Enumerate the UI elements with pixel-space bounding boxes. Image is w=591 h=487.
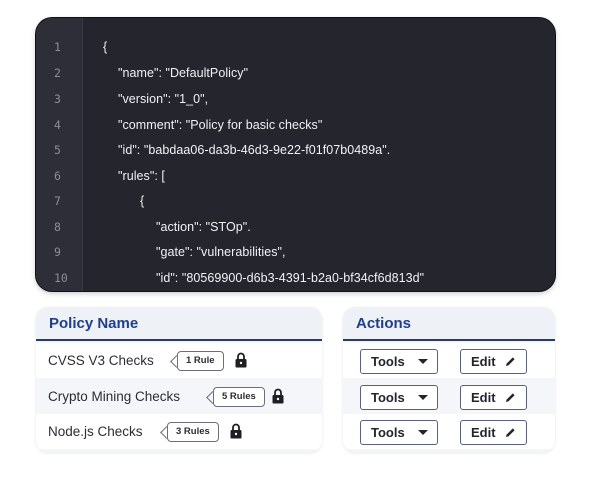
code-line: 2 "name": "DefaultPolicy" [36, 61, 555, 86]
code-line: 9 "gate": "vulnerabilities", [36, 240, 555, 265]
policy-row[interactable]: Crypto Mining Checks 5 Rules [36, 379, 322, 414]
code-text: "gate": "vulnerabilities", [156, 245, 286, 259]
line-number: 4 [54, 118, 61, 132]
edit-label: Edit [471, 390, 496, 405]
policy-name[interactable]: Crypto Mining Checks [48, 379, 180, 414]
code-text: "action": "STOp". [156, 220, 251, 234]
code-text: "rules": [ [118, 169, 165, 183]
code-line: 5 "id": "babdaa06-da3b-46d3-9e22-f01f07b… [36, 138, 555, 163]
code-text: "id": "babdaa06-da3b-46d3-9e22-f01f07b04… [118, 143, 391, 157]
tools-dropdown-button[interactable]: Tools [360, 349, 438, 374]
actions-row: Tools Edit [343, 379, 555, 414]
tools-label: Tools [371, 425, 405, 440]
edit-button[interactable]: Edit [460, 349, 527, 374]
lock-icon [235, 352, 247, 368]
line-number: 1 [54, 40, 61, 54]
policy-name-table: Policy Name CVSS V3 Checks 1 Rule Crypto… [36, 307, 322, 452]
rules-count-badge: 3 Rules [167, 422, 219, 442]
code-line: 6 "rules": [ [36, 164, 555, 189]
code-line: 7 { [36, 189, 555, 214]
code-text: "name": "DefaultPolicy" [118, 66, 249, 80]
code-text: { [140, 194, 145, 208]
code-text: "comment": "Policy for basic checks" [118, 118, 323, 132]
code-text: "id": "80569900-d6b3-4391-b2a0-bf34cf6d8… [156, 271, 425, 285]
actions-row: Tools Edit [343, 343, 555, 378]
pencil-icon [506, 393, 515, 402]
caret-down-icon [418, 395, 428, 400]
policy-row[interactable]: CVSS V3 Checks 1 Rule [36, 343, 322, 378]
edit-label: Edit [471, 425, 496, 440]
line-number: 9 [54, 245, 61, 259]
code-line: 10 "id": "80569900-d6b3-4391-b2a0-bf34cf… [36, 266, 555, 291]
edit-button[interactable]: Edit [460, 385, 527, 410]
lock-icon [272, 388, 284, 404]
rules-count-badge: 1 Rule [177, 351, 224, 371]
actions-row: Tools Edit [343, 414, 555, 449]
policy-name[interactable]: CVSS V3 Checks [48, 343, 154, 378]
policy-row[interactable]: Node.js Checks 3 Rules [36, 414, 322, 449]
line-number: 3 [54, 92, 61, 106]
line-number: 7 [54, 194, 61, 208]
caret-down-icon [418, 430, 428, 435]
code-text: { [103, 40, 108, 54]
line-number: 5 [54, 143, 61, 157]
json-code-editor[interactable]: 1 { 2 "name": "DefaultPolicy" 3 "version… [36, 18, 555, 291]
line-number: 10 [54, 271, 68, 285]
rules-count-badge: 5 Rules [213, 387, 265, 407]
tools-dropdown-button[interactable]: Tools [360, 420, 438, 445]
edit-button[interactable]: Edit [460, 420, 527, 445]
tools-label: Tools [371, 390, 405, 405]
tools-dropdown-button[interactable]: Tools [360, 385, 438, 410]
policy-name-header: Policy Name [36, 307, 322, 341]
code-line: 1 { [36, 35, 555, 60]
code-text: "version": "1_0", [118, 92, 209, 106]
code-line: 8 "action": "STOp". [36, 215, 555, 240]
caret-down-icon [418, 359, 428, 364]
pencil-icon [506, 428, 515, 437]
actions-table: Actions Tools Edit Tools Edit Tools Edit [343, 307, 555, 452]
policy-name[interactable]: Node.js Checks [48, 414, 143, 449]
lock-icon [230, 423, 242, 439]
line-number: 2 [54, 66, 61, 80]
line-number: 6 [54, 169, 61, 183]
actions-header: Actions [343, 307, 555, 341]
edit-label: Edit [471, 354, 496, 369]
tools-label: Tools [371, 354, 405, 369]
pencil-icon [506, 357, 515, 366]
line-number: 8 [54, 220, 61, 234]
code-line: 4 "comment": "Policy for basic checks" [36, 113, 555, 138]
code-line: 3 "version": "1_0", [36, 87, 555, 112]
